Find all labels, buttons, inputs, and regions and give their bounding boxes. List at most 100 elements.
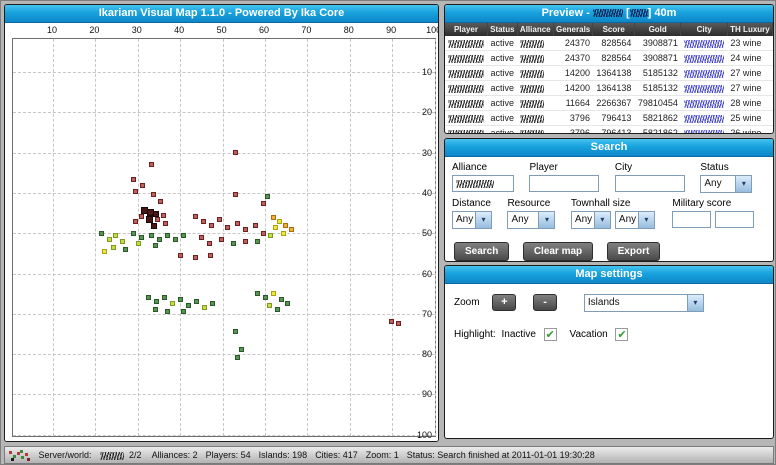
export-button[interactable]: Export — [607, 242, 661, 261]
city-dot[interactable] — [149, 162, 154, 167]
city-dot[interactable] — [120, 239, 125, 244]
city-dot[interactable] — [113, 233, 118, 238]
city-dot[interactable] — [261, 201, 266, 206]
city-dot[interactable] — [173, 237, 178, 242]
city-dot[interactable] — [208, 253, 213, 258]
city-dot[interactable] — [268, 233, 273, 238]
city-dot[interactable] — [111, 245, 116, 250]
city-dot[interactable] — [133, 189, 138, 194]
table-row[interactable]: active24370828564390887124 wine — [445, 51, 773, 66]
city-dot[interactable] — [139, 235, 144, 240]
city-dot[interactable] — [107, 237, 112, 242]
alliance-input[interactable] — [452, 175, 514, 192]
city-dot[interactable] — [273, 225, 278, 230]
city-dot[interactable] — [233, 150, 238, 155]
table-row[interactable]: active142001364138518513227 wine — [445, 81, 773, 96]
city-dot[interactable] — [202, 305, 207, 310]
city-dot[interactable] — [285, 301, 290, 306]
column-header[interactable]: TH Luxury — [727, 23, 772, 36]
zoom-in-button[interactable]: + — [492, 294, 516, 311]
search-button[interactable]: Search — [454, 242, 509, 261]
city-dot[interactable] — [233, 329, 238, 334]
city-dot[interactable] — [186, 303, 191, 308]
city-dot[interactable] — [146, 295, 151, 300]
column-header[interactable]: Status — [487, 23, 517, 36]
city-dot[interactable] — [207, 241, 212, 246]
city-dot[interactable] — [136, 241, 141, 246]
clear-map-button[interactable]: Clear map — [523, 242, 593, 261]
city-dot[interactable] — [243, 239, 248, 244]
city-dot[interactable] — [271, 291, 276, 296]
city-dot[interactable] — [151, 223, 157, 229]
city-dot[interactable] — [255, 291, 260, 296]
city-dot[interactable] — [139, 214, 144, 219]
city-dot[interactable] — [231, 241, 236, 246]
table-row[interactable]: active142001364138518513227 wine — [445, 66, 773, 81]
city-dot[interactable] — [133, 219, 138, 224]
city-dot[interactable] — [165, 309, 170, 314]
map-plot[interactable]: 102030405060708090100 — [12, 38, 436, 437]
city-dot[interactable] — [283, 223, 288, 228]
column-header[interactable]: Gold — [634, 23, 681, 36]
city-dot[interactable] — [131, 177, 136, 182]
city-dot[interactable] — [281, 231, 286, 236]
city-dot[interactable] — [194, 299, 199, 304]
city-dot[interactable] — [225, 225, 230, 230]
resource-select[interactable]: Any ▾ — [507, 211, 555, 229]
city-dot[interactable] — [162, 295, 167, 300]
city-dot[interactable] — [149, 233, 154, 238]
city-dot[interactable] — [153, 243, 158, 248]
city-dot[interactable] — [102, 249, 107, 254]
city-dot[interactable] — [163, 221, 168, 226]
city-dot[interactable] — [154, 299, 159, 304]
column-header[interactable]: Alliance — [517, 23, 553, 36]
city-dot[interactable] — [123, 247, 128, 252]
zoom-out-button[interactable]: - — [533, 294, 557, 311]
city-dot[interactable] — [161, 213, 166, 218]
vacation-checkbox[interactable]: ✔ — [615, 328, 628, 341]
city-dot[interactable] — [153, 307, 158, 312]
city-dot[interactable] — [181, 309, 186, 314]
city-dot[interactable] — [199, 235, 204, 240]
city-dot[interactable] — [217, 217, 222, 222]
city-dot[interactable] — [275, 307, 280, 312]
city-dot[interactable] — [193, 214, 198, 219]
city-dot[interactable] — [131, 231, 136, 236]
city-dot[interactable] — [155, 217, 160, 222]
city-dot[interactable] — [239, 347, 244, 352]
townhall-max-select[interactable]: Any ▾ — [615, 211, 655, 229]
city-dot[interactable] — [146, 216, 153, 223]
city-input[interactable] — [615, 175, 685, 192]
city-dot[interactable] — [158, 199, 163, 204]
status-select[interactable]: Any ▾ — [700, 175, 752, 193]
column-header[interactable]: City — [681, 23, 727, 36]
city-dot[interactable] — [178, 253, 183, 258]
inactive-checkbox[interactable]: ✔ — [544, 328, 557, 341]
city-dot[interactable] — [181, 233, 186, 238]
military-max-input[interactable] — [715, 211, 754, 228]
column-header[interactable]: Player — [445, 23, 487, 36]
city-dot[interactable] — [193, 255, 198, 260]
city-dot[interactable] — [277, 219, 282, 224]
city-dot[interactable] — [263, 295, 268, 300]
distance-select[interactable]: Any ▾ — [452, 211, 492, 229]
city-dot[interactable] — [271, 215, 276, 220]
view-mode-select[interactable]: Islands ▾ — [584, 294, 704, 312]
column-header[interactable]: Score — [593, 23, 634, 36]
city-dot[interactable] — [219, 237, 224, 242]
column-header[interactable]: Generals — [553, 23, 593, 36]
city-dot[interactable] — [265, 194, 270, 199]
city-dot[interactable] — [243, 227, 248, 232]
city-dot[interactable] — [157, 237, 162, 242]
city-dot[interactable] — [165, 233, 170, 238]
military-min-input[interactable] — [672, 211, 711, 228]
city-dot[interactable] — [267, 303, 272, 308]
city-dot[interactable] — [279, 297, 284, 302]
city-dot[interactable] — [235, 355, 240, 360]
table-row[interactable]: active24370828564390887123 wine — [445, 36, 773, 51]
city-dot[interactable] — [99, 231, 104, 236]
city-dot[interactable] — [170, 301, 175, 306]
table-row[interactable]: active3796796413582186225 wine — [445, 111, 773, 126]
city-dot[interactable] — [151, 192, 156, 197]
table-row[interactable]: active1166422663677981045428 wine — [445, 96, 773, 111]
